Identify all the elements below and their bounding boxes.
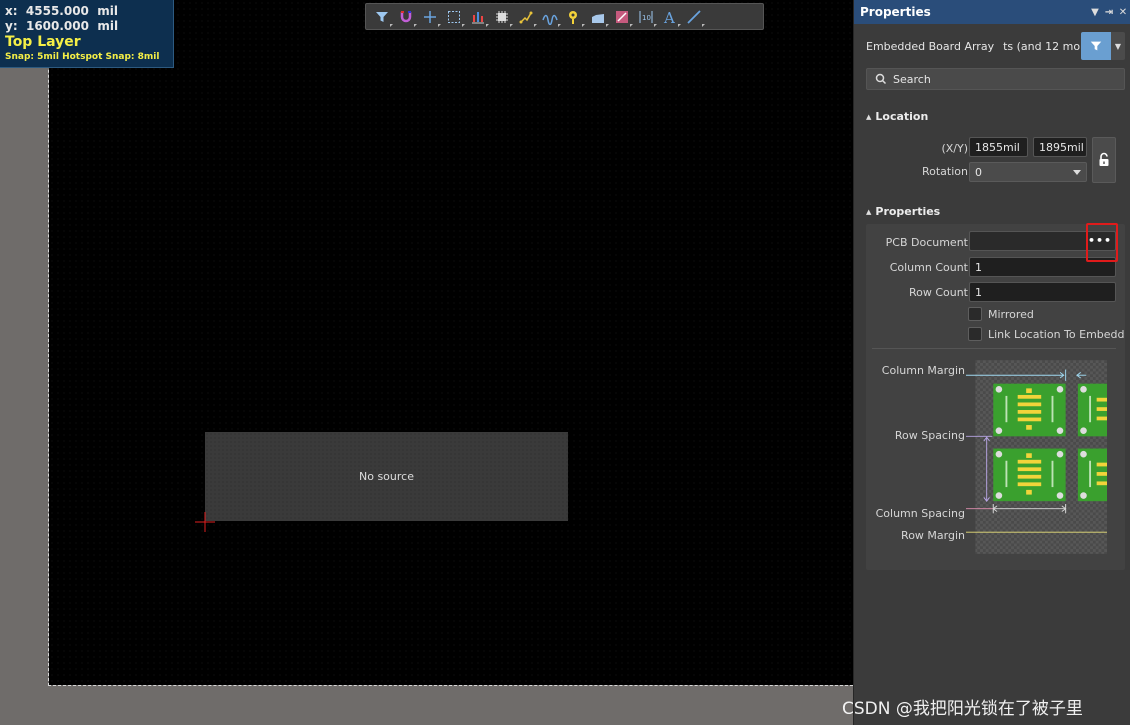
lock-button[interactable] [1092,137,1116,183]
object-filter-row: Embedded Board Array ts (and 12 more) ▼ [866,32,1125,60]
search-icon [875,73,887,85]
line-icon [687,9,701,24]
row-spacing-label: Row Spacing [894,429,965,442]
select-rect-button[interactable] [442,5,466,29]
rotation-value: 0 [975,165,982,179]
embedded-board-array-object[interactable]: No source [205,432,568,521]
text-icon: A [663,9,675,25]
snap-info: Snap: 5mil Hotspot Snap: 8mil [5,52,160,62]
diff-pair-button[interactable] [538,5,562,29]
pcb-board-canvas[interactable] [49,0,853,685]
svg-text:A: A [663,9,675,25]
bar-chart-icon [472,11,484,23]
route-tool-button[interactable] [394,5,418,29]
x-position-field[interactable]: 1855mil [969,137,1028,157]
route-icon [519,11,533,23]
polygon-icon [592,13,604,23]
column-count-label: Column Count [889,261,968,274]
xy-label: (X/Y) [941,142,968,155]
y-coordinate-readout: y: 1600.000 mil [5,19,119,33]
filter-icon [376,11,388,22]
location-section: (X/Y) 1855mil 1895mil Rotation 0 [866,128,1125,186]
no-source-label: No source [359,470,414,483]
component-tool-button[interactable] [490,5,514,29]
properties-section: PCB Document ••• Column Count 1 Row Coun… [866,224,1125,570]
filter-dropdown-button[interactable]: ▼ [1111,32,1125,60]
line-tool-button[interactable] [682,5,706,29]
filter-tool-button[interactable] [370,5,394,29]
align-tool-button[interactable] [466,5,490,29]
properties-heading: Properties [875,205,941,218]
search-placeholder: Search [893,72,931,86]
column-spacing-label: Column Spacing [875,507,965,520]
board-thumbnail [1077,383,1107,437]
properties-section-header[interactable]: ▲ Properties [866,205,940,218]
string-tool-button[interactable]: A [658,5,682,29]
mirrored-label: Mirrored [988,307,1034,321]
polygon-tool-button[interactable] [586,5,610,29]
dimension-tool-button[interactable]: 10 [634,5,658,29]
collapse-triangle-icon: ▲ [866,112,872,121]
x-coordinate-readout: x: 4555.000 mil [5,4,118,18]
filter-icon [1090,41,1102,51]
panel-title: Properties [860,5,931,19]
board-thumbnail [1077,448,1107,502]
keepout-tool-button[interactable] [610,5,634,29]
select-rect-icon [448,10,460,23]
section-divider [872,348,1116,349]
properties-panel: Properties ▼ ⇥ ✕ Embedded Board Array ts… [853,0,1130,725]
rotation-select[interactable]: 0 [969,162,1087,182]
current-layer: Top Layer [5,34,81,50]
collapse-triangle-icon: ▲ [866,207,872,216]
board-array-diagram [966,360,1107,554]
dimension-icon: 10 [639,10,653,23]
mirrored-checkbox[interactable] [968,307,982,321]
location-heading: Location [875,110,929,123]
panel-close-button[interactable]: ✕ [1116,7,1130,18]
mirrored-option[interactable]: Mirrored [968,307,1034,321]
svg-text:10: 10 [642,14,651,22]
link-location-label: Link Location To Embedd [988,327,1125,341]
location-section-header[interactable]: ▲ Location [866,110,928,123]
via-tool-button[interactable] [562,5,586,29]
via-icon [569,10,577,24]
search-input[interactable]: Search [866,68,1125,90]
annotation-highlight-box [1086,223,1118,262]
heads-up-display: x: 4555.000 mil y: 1600.000 mil Top Laye… [0,0,174,68]
pcb-workspace[interactable]: x: 4555.000 mil y: 1600.000 mil Top Laye… [0,0,853,725]
column-margin-label: Column Margin [881,364,965,377]
rotation-label: Rotation [921,165,968,178]
place-cross-button[interactable] [418,5,442,29]
pcb-document-label: PCB Document [885,236,968,249]
origin-marker-icon [195,512,215,532]
panel-menu-button[interactable]: ▼ [1088,7,1102,18]
lock-icon [1099,152,1109,166]
active-bar-toolbar: 10 A [365,3,764,30]
row-margin-label: Row Margin [901,529,965,542]
row-count-field[interactable]: 1 [969,282,1116,302]
watermark-text: CSDN @我把阳光锁在了被子里 [842,699,1083,719]
board-thumbnail [993,383,1066,437]
object-type-label: Embedded Board Array [866,39,995,53]
keepout-icon [616,10,628,23]
panel-titlebar: Properties ▼ ⇥ ✕ [854,0,1130,24]
y-position-field[interactable]: 1895mil [1033,137,1087,157]
magnet-icon [400,10,412,22]
filter-button[interactable] [1081,32,1111,60]
link-location-checkbox[interactable] [968,327,982,341]
chevron-down-icon [1073,170,1081,175]
link-location-option[interactable]: Link Location To Embedd [968,327,1125,341]
board-thumbnail [993,448,1066,502]
interactive-route-button[interactable] [514,5,538,29]
board-outline-bottom [48,685,853,686]
wave-icon [542,14,558,25]
crosshair-icon [424,10,436,23]
panel-pin-button[interactable]: ⇥ [1102,7,1116,18]
board-outline-left [48,0,49,686]
row-count-label: Row Count [908,286,968,299]
chip-icon [496,10,508,23]
